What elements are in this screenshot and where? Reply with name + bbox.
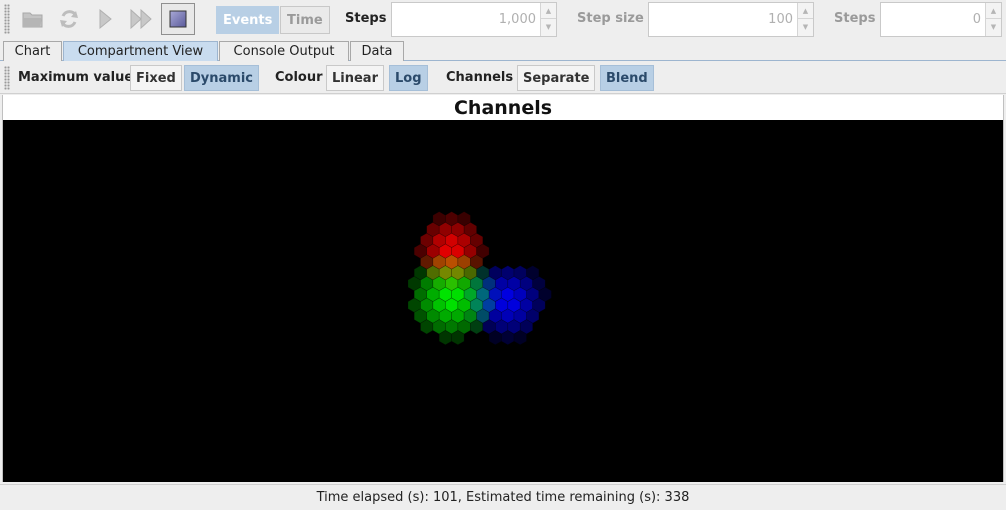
dynamic-button[interactable]: Dynamic — [184, 65, 260, 91]
colour-label: Colour — [275, 70, 323, 85]
status-bar: Time elapsed (s): 101, Estimated time re… — [0, 484, 1006, 510]
steps-decrement-icon[interactable]: ▼ — [541, 19, 556, 35]
compartment-canvas[interactable] — [3, 120, 1003, 482]
steps-label: Steps — [345, 11, 387, 26]
step-size-input[interactable] — [649, 3, 797, 36]
step-size-spinner-arrows: ▲ ▼ — [797, 3, 813, 36]
tab-compartment-view[interactable]: Compartment View — [63, 41, 218, 61]
step-size-label: Step size — [577, 11, 644, 26]
tab-console-output[interactable]: Console Output — [219, 41, 349, 61]
separate-button[interactable]: Separate — [517, 65, 596, 91]
toolbar-grip[interactable] — [4, 4, 10, 34]
step-size-spinner[interactable]: ▲ ▼ — [648, 2, 814, 37]
fast-forward-icon — [130, 8, 152, 30]
steps2-spinner[interactable]: ▲ ▼ — [880, 2, 1002, 37]
blend-button[interactable]: Blend — [600, 65, 654, 91]
main-toolbar: Events Time Steps ▲ ▼ Step size ▲ ▼ Step… — [0, 0, 1006, 40]
steps2-spinner-arrows: ▲ ▼ — [985, 3, 1001, 36]
steps-input[interactable] — [392, 3, 540, 36]
hex-grid — [407, 211, 552, 346]
tab-bar: Chart Compartment View Console Output Da… — [0, 41, 1006, 61]
options-toolbar-grip[interactable] — [4, 66, 10, 90]
steps2-label: Steps — [834, 11, 876, 26]
open-folder-button[interactable] — [16, 3, 50, 35]
fast-forward-button[interactable] — [124, 3, 158, 35]
steps-spinner[interactable]: ▲ ▼ — [391, 2, 557, 37]
view-options-toolbar: Maximum value Fixed Dynamic Colour Linea… — [0, 62, 1006, 94]
steps2-increment-icon[interactable]: ▲ — [986, 3, 1001, 19]
steps-increment-icon[interactable]: ▲ — [541, 3, 556, 19]
max-value-label: Maximum value — [18, 70, 134, 85]
refresh-icon — [60, 10, 78, 28]
viewer-title: Channels — [453, 96, 553, 119]
play-icon — [99, 8, 112, 30]
stop-icon — [169, 10, 187, 28]
tab-data[interactable]: Data — [350, 41, 404, 61]
fixed-button[interactable]: Fixed — [130, 65, 182, 91]
steps-spinner-arrows: ▲ ▼ — [540, 3, 556, 36]
events-toggle[interactable]: Events — [216, 6, 280, 34]
log-button[interactable]: Log — [389, 65, 428, 91]
tab-chart[interactable]: Chart — [3, 41, 62, 61]
linear-button[interactable]: Linear — [326, 65, 384, 91]
channels-label: Channels — [446, 70, 514, 85]
step-size-increment-icon[interactable]: ▲ — [798, 3, 813, 19]
step-size-decrement-icon[interactable]: ▼ — [798, 19, 813, 35]
steps2-decrement-icon[interactable]: ▼ — [986, 19, 1001, 35]
steps2-input[interactable] — [881, 3, 985, 36]
stop-button[interactable] — [161, 3, 195, 35]
time-toggle[interactable]: Time — [280, 6, 330, 34]
play-button[interactable] — [88, 3, 122, 35]
open-folder-icon — [22, 12, 43, 28]
refresh-button[interactable] — [52, 3, 86, 35]
compartment-viewer: Channels — [2, 95, 1004, 482]
